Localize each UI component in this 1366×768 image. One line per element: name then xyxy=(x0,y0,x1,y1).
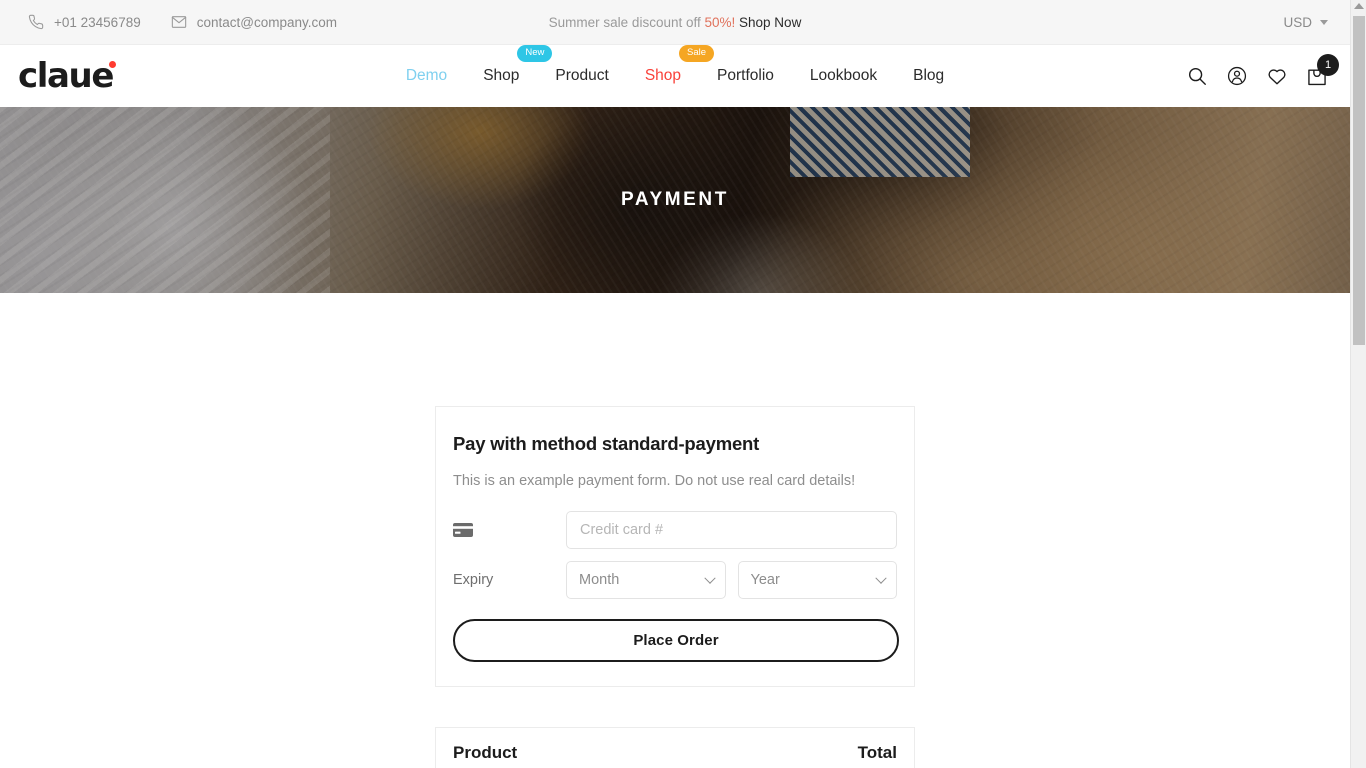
nav-label: Demo xyxy=(405,67,448,84)
page-viewport: +01 23456789 contact@company.com Summer … xyxy=(0,0,1350,768)
expiry-year-wrap: Year xyxy=(737,561,897,599)
promo-prefix: Summer sale discount off xyxy=(548,14,705,30)
payment-form-body: Pay with method standard-payment This is… xyxy=(436,407,914,686)
nav-label: Blog xyxy=(913,67,945,84)
expiry-row: Expiry Month Year xyxy=(453,561,897,599)
user-account-icon[interactable] xyxy=(1226,65,1248,87)
expiry-month-select[interactable]: Month xyxy=(566,561,726,599)
mail-icon xyxy=(171,14,187,30)
logo-text: claue xyxy=(18,56,114,96)
card-number-row xyxy=(453,511,897,549)
payment-form-notice: This is an example payment form. Do not … xyxy=(453,473,856,489)
top-utility-bar: +01 23456789 contact@company.com Summer … xyxy=(0,0,1350,45)
credit-card-icon xyxy=(453,523,473,537)
page-content: Pay with method standard-payment This is… xyxy=(0,293,1350,768)
scrollbar-thumb[interactable] xyxy=(1353,16,1365,345)
nav-item-portfolio[interactable]: Portfolio xyxy=(717,61,774,91)
nav-item-demo[interactable]: Demo xyxy=(406,61,447,91)
expiry-select-group: Month Year xyxy=(566,561,897,599)
order-summary-panel: Product Total xyxy=(435,727,915,768)
nav-label: Portfolio xyxy=(717,67,774,84)
cart-count-badge: 1 xyxy=(1317,54,1339,76)
header-icon-group: 1 xyxy=(1186,54,1339,87)
payment-method-heading: Pay with method standard-payment xyxy=(453,433,760,454)
shopping-bag-icon[interactable]: 1 xyxy=(1306,54,1339,87)
chevron-down-icon xyxy=(1320,19,1328,25)
payment-form-panel: Pay with method standard-payment This is… xyxy=(435,406,915,687)
expiry-month-wrap: Month xyxy=(566,561,726,599)
nav-item-product[interactable]: Product xyxy=(555,61,608,91)
nav-label: Lookbook xyxy=(809,67,878,84)
nav-item-lookbook[interactable]: Lookbook xyxy=(810,61,877,91)
scroll-up-arrow-icon[interactable] xyxy=(1353,3,1364,9)
topbar-phone-text: +01 23456789 xyxy=(54,14,141,30)
main-navigation: Demo Shop New Product Shop Sale Portfoli… xyxy=(0,45,1350,91)
logo-dot-icon xyxy=(109,61,117,68)
shop-now-link[interactable]: Shop Now xyxy=(739,15,801,30)
expiry-label: Expiry xyxy=(453,572,494,588)
nav-label: Shop xyxy=(644,67,682,84)
topbar-email-text: contact@company.com xyxy=(196,14,337,30)
order-table-header: Product Total xyxy=(436,728,914,768)
nav-label: Product xyxy=(555,67,609,84)
heart-icon[interactable] xyxy=(1266,65,1288,87)
order-col-total: Total xyxy=(857,743,897,762)
nav-badge-new: New xyxy=(517,45,553,62)
nav-label: Shop xyxy=(483,67,520,84)
card-number-label xyxy=(453,523,566,537)
site-logo[interactable]: claue xyxy=(18,56,117,96)
nav-badge-sale: Sale xyxy=(679,45,715,62)
nav-item-shop-sale[interactable]: Shop Sale xyxy=(644,45,715,91)
order-col-product: Product xyxy=(453,743,518,762)
page-hero-banner: PAYMENT xyxy=(0,107,1350,293)
currency-selector[interactable]: USD xyxy=(1283,15,1328,30)
search-icon[interactable] xyxy=(1186,65,1208,87)
place-order-button[interactable]: Place Order xyxy=(453,619,899,662)
nav-item-shop-new[interactable]: Shop New xyxy=(483,45,553,91)
site-header: claue Demo Shop New Product Shop Sale Po… xyxy=(0,45,1350,107)
page-scrollbar[interactable] xyxy=(1350,0,1366,768)
expiry-year-select[interactable]: Year xyxy=(737,561,897,599)
topbar-email[interactable]: contact@company.com xyxy=(171,14,337,30)
credit-card-number-input[interactable] xyxy=(566,511,897,549)
phone-icon xyxy=(28,14,44,30)
currency-label: USD xyxy=(1283,14,1312,30)
promo-percent: 50%! xyxy=(704,14,736,30)
page-title: PAYMENT xyxy=(621,189,729,210)
topbar-phone[interactable]: +01 23456789 xyxy=(28,14,141,30)
topbar-contact-group: +01 23456789 contact@company.com xyxy=(28,14,337,30)
nav-item-blog[interactable]: Blog xyxy=(913,61,944,91)
